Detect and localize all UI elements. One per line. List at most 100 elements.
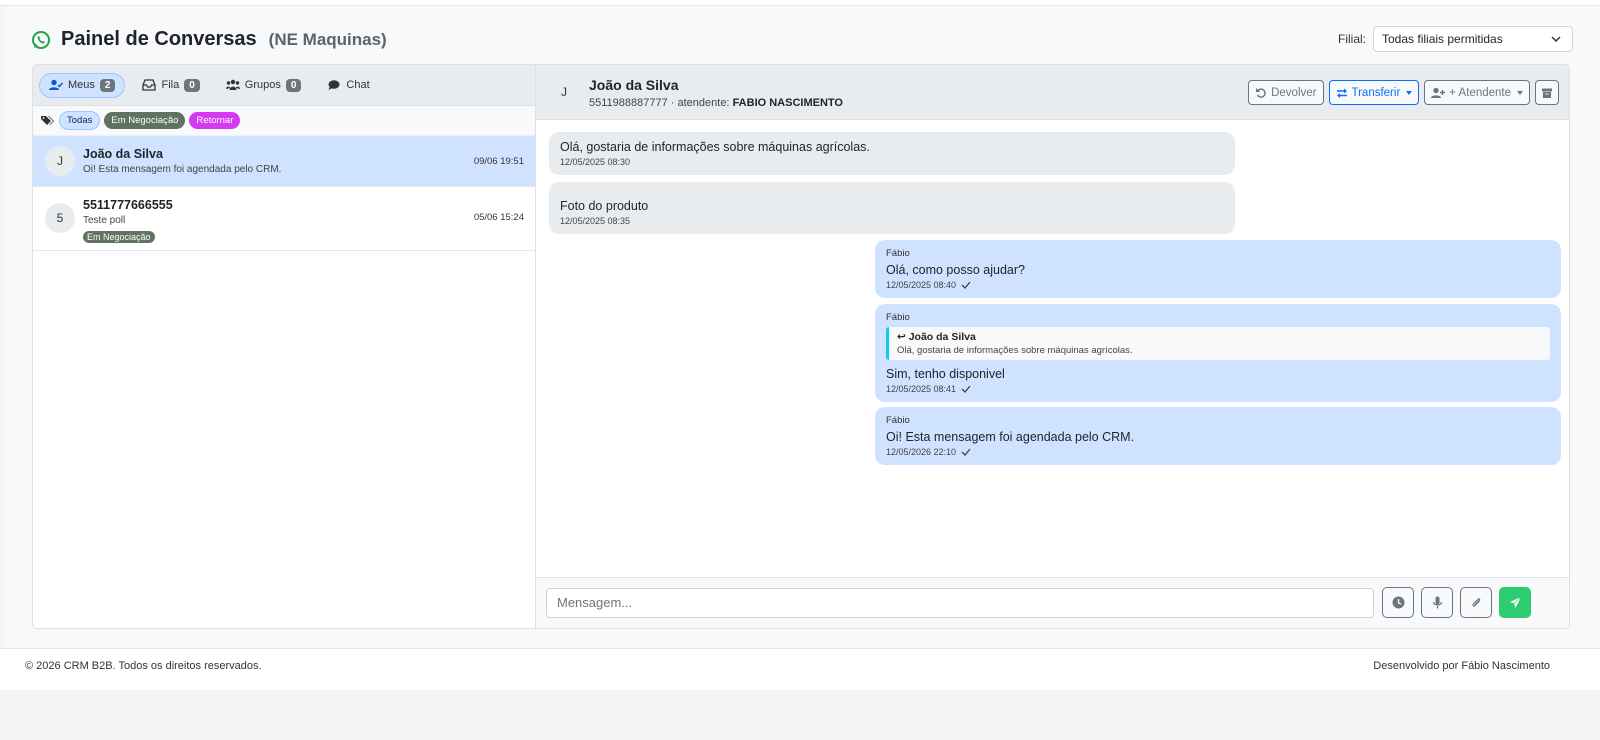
chat-icon xyxy=(328,80,340,90)
users-icon xyxy=(225,79,240,90)
filial-label: Filial: xyxy=(1337,32,1366,46)
tab-chat-label: Chat xyxy=(346,79,370,91)
message-author: Fábio xyxy=(886,248,910,259)
conversations-panel: Meus 2 Fila 0 Grupos 0 Chat Todas Em Neg… xyxy=(32,64,1570,629)
transfer-icon xyxy=(1336,88,1347,98)
tab-fila[interactable]: Fila 0 xyxy=(133,74,208,97)
conversation-item-joao[interactable]: J João da Silva Oi! Esta mensagem foi ag… xyxy=(33,136,535,187)
footer: © 2026 CRM B2B. Todos os direitos reserv… xyxy=(0,648,1600,690)
conversation-tabs: Meus 2 Fila 0 Grupos 0 Chat xyxy=(33,65,535,106)
message-timestamp: 12/05/2025 08:40 xyxy=(886,280,1550,290)
page-subtitle: (NE Maquinas) xyxy=(268,29,387,49)
message-timestamp: 12/05/2025 08:30 xyxy=(560,157,1224,167)
tab-chat[interactable]: Chat xyxy=(318,74,378,96)
chat-contact-name: João da Silva xyxy=(589,77,679,93)
message-incoming: Foto do produto 12/05/2025 08:35 xyxy=(549,182,1235,234)
chat-agent-name: FABIO NASCIMENTO xyxy=(732,97,843,109)
reply-icon: ↩ xyxy=(897,331,909,343)
filial-filter: Filial: Todas filiais permitidas xyxy=(1338,26,1573,52)
page-title: Painel de Conversas xyxy=(61,28,257,50)
tags-icon xyxy=(41,115,54,125)
inbox-icon xyxy=(142,79,157,91)
tag-filter-em-negociacao[interactable]: Em Negociação xyxy=(104,112,186,129)
tab-grupos-count: 0 xyxy=(285,78,302,92)
reply-quote-name: João da Silva xyxy=(908,331,976,343)
send-button[interactable] xyxy=(1499,587,1531,618)
conversation-preview: Teste poll xyxy=(83,215,126,226)
message-text: Olá, como posso ajudar? xyxy=(886,263,1025,277)
message-input[interactable]: Mensagem... xyxy=(546,588,1374,618)
whatsapp-icon xyxy=(32,30,50,49)
conversation-item-5511777666555[interactable]: 5 5511777666555 Teste poll 05/06 15:24 E… xyxy=(33,187,535,251)
tab-meus-label: Meus xyxy=(68,79,95,91)
caret-down-icon xyxy=(1406,90,1413,95)
message-outgoing: Fábio ↩ João da Silva Olá, gostaria de i… xyxy=(875,304,1561,402)
message-time: 12/05/2026 22:10 xyxy=(886,447,957,457)
message-text: Oi! Esta mensagem foi agendada pelo CRM. xyxy=(886,430,1135,444)
tab-grupos[interactable]: Grupos 0 xyxy=(217,74,311,97)
schedule-button[interactable] xyxy=(1382,587,1414,618)
add-agent-button[interactable]: + Atendente xyxy=(1424,80,1530,105)
chat-contact-meta: 5511988887777 · atendente: FABIO NASCIME… xyxy=(589,97,843,109)
tag-filter-retornar[interactable]: Retornar xyxy=(189,112,241,129)
caret-down-icon xyxy=(1517,90,1523,95)
user-check-icon xyxy=(49,79,63,90)
message-author: Fábio xyxy=(886,415,910,426)
message-outgoing: Fábio Olá, como posso ajudar? 12/05/2025… xyxy=(875,240,1561,298)
add-agent-button-label: + Atendente xyxy=(1449,86,1511,99)
return-button[interactable]: Devolver xyxy=(1248,80,1324,105)
filial-select-value: Todas filiais permitidas xyxy=(1382,32,1503,46)
message-author: Fábio xyxy=(886,312,910,323)
page-header: Painel de Conversas (NE Maquinas) xyxy=(31,28,387,51)
tab-grupos-label: Grupos xyxy=(244,79,281,91)
tab-fila-count: 0 xyxy=(184,78,200,92)
tag-filter-todas[interactable]: Todas xyxy=(59,111,101,130)
message-incoming: Olá, gostaria de informações sobre máqui… xyxy=(549,132,1235,175)
avatar: J xyxy=(45,146,75,176)
message-text: Olá, gostaria de informações sobre máqui… xyxy=(560,140,870,154)
chat-contact-phone: 5511988887777 xyxy=(589,97,668,109)
footer-credit: Desenvolvido por Fábio Nascimento xyxy=(1373,660,1550,672)
return-button-label: Devolver xyxy=(1271,86,1317,99)
transfer-button-label: Transferir xyxy=(1351,86,1401,99)
tab-meus[interactable]: Meus 2 xyxy=(39,72,126,98)
reply-quote-text: Olá, gostaria de informações sobre máqui… xyxy=(897,345,1133,356)
message-timestamp: 12/05/2026 22:10 xyxy=(886,447,1550,457)
message-text: Foto do produto xyxy=(560,199,649,213)
tab-fila-label: Fila xyxy=(161,79,180,91)
undo-icon xyxy=(1256,87,1266,98)
message-time: 12/05/2025 08:35 xyxy=(560,216,631,226)
avatar: 5 xyxy=(45,203,75,233)
microphone-icon xyxy=(1432,596,1442,609)
conversation-name: João da Silva xyxy=(83,147,163,161)
chat-actions: Devolver Transferir + Atendente xyxy=(1243,80,1559,105)
page: Painel de Conversas (NE Maquinas) Filial… xyxy=(3,6,1600,663)
message-time: 12/05/2025 08:41 xyxy=(886,384,957,394)
transfer-button[interactable]: Transferir xyxy=(1328,80,1420,105)
check-icon xyxy=(961,385,971,393)
reply-quote-author: ↩ João da Silva xyxy=(897,331,1542,343)
tab-meus-count: 2 xyxy=(99,78,116,92)
chevron-down-icon xyxy=(1551,36,1561,43)
clock-icon xyxy=(1392,596,1404,609)
archive-button[interactable] xyxy=(1535,80,1559,105)
reply-quote[interactable]: ↩ João da Silva Olá, gostaria de informa… xyxy=(886,327,1550,360)
footer-copyright: © 2026 CRM B2B. Todos os direitos reserv… xyxy=(25,660,262,672)
check-icon xyxy=(961,448,971,456)
record-audio-button[interactable] xyxy=(1421,587,1453,618)
tag-filter-bar: Todas Em Negociação Retornar xyxy=(33,106,535,136)
conversation-preview: Oi! Esta mensagem foi agendada pelo CRM. xyxy=(83,164,282,175)
filial-select[interactable]: Todas filiais permitidas xyxy=(1373,26,1573,52)
conversation-time: 05/06 15:24 xyxy=(473,212,524,223)
archive-icon xyxy=(1542,88,1552,98)
conversation-name: 5511777666555 xyxy=(83,198,173,212)
message-time: 12/05/2025 08:40 xyxy=(886,280,957,290)
message-composer: Mensagem... xyxy=(536,577,1569,628)
attach-button[interactable] xyxy=(1460,587,1492,618)
chat-header: J João da Silva 5511988887777 · atendent… xyxy=(536,65,1569,120)
message-timestamp: 12/05/2025 08:41 xyxy=(886,384,1550,394)
message-time: 12/05/2025 08:30 xyxy=(560,157,631,167)
chat-pane: J João da Silva 5511988887777 · atendent… xyxy=(536,65,1569,628)
user-plus-icon xyxy=(1431,87,1446,98)
message-outgoing: Fábio Oi! Esta mensagem foi agendada pel… xyxy=(875,407,1561,465)
